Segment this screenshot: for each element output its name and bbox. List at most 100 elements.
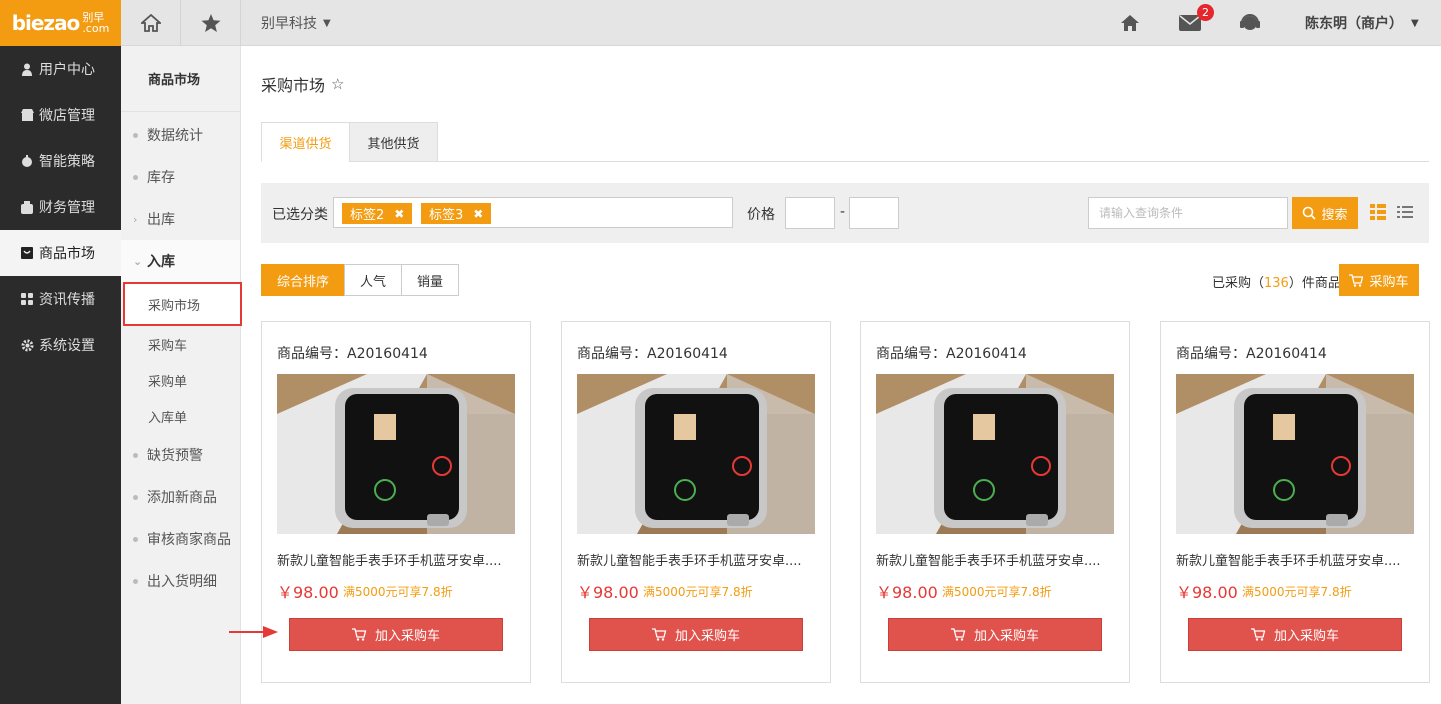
product-image[interactable] bbox=[876, 374, 1114, 534]
cart-icon bbox=[351, 628, 367, 641]
product-code: 商品编号：A20160414 bbox=[876, 346, 1027, 362]
favorites-button[interactable] bbox=[181, 0, 241, 46]
sort-popularity-button[interactable]: 人气 bbox=[344, 264, 403, 296]
subnav-child-purchase-cart[interactable]: 采购车 bbox=[121, 326, 240, 362]
mail-button[interactable]: 2 bbox=[1175, 0, 1214, 46]
subnav-item-add-product[interactable]: 添加新商品 bbox=[121, 476, 240, 518]
category-tag-input[interactable]: 标签2 ✖ 标签3 ✖ bbox=[333, 197, 733, 228]
supply-tabs: 渠道供货 其他供货 bbox=[261, 122, 1429, 162]
price-max-input[interactable] bbox=[849, 197, 899, 229]
bullet-icon bbox=[133, 578, 138, 584]
subnav-item-stock-detail[interactable]: 出入货明细 bbox=[121, 560, 240, 602]
cart-icon bbox=[1349, 273, 1364, 287]
filter-bar: 已选分类 标签2✖ 标签3✖ 价格 - 搜索 bbox=[261, 183, 1429, 243]
company-name: 别早科技 bbox=[261, 16, 317, 32]
product-price: ￥98.00 bbox=[876, 583, 938, 602]
list-view-icon[interactable] bbox=[1397, 204, 1413, 220]
search-input[interactable] bbox=[1088, 197, 1288, 229]
search-button[interactable]: 搜索 bbox=[1292, 197, 1358, 229]
user-name: 陈东明（商户） bbox=[1305, 16, 1403, 32]
sort-default-button[interactable]: 综合排序 bbox=[261, 264, 346, 296]
main-content: 采购市场 ☆ 渠道供货 其他供货 已选分类 标签2✖ 标签3✖ 价格 - 搜索 … bbox=[241, 46, 1441, 704]
product-card[interactable]: 商品编号：A20160414 新款儿童智能手表手环手机蓝牙安卓.... ￥98.… bbox=[561, 321, 831, 683]
product-promo: 满5000元可享7.8折 bbox=[343, 585, 453, 599]
product-card[interactable]: 商品编号：A20160414 新款儿童智能手表手环手机蓝牙安卓.... ￥98.… bbox=[261, 321, 531, 683]
sidebar-item-strategy[interactable]: 智能策略 bbox=[0, 138, 121, 184]
home-shortcut-button[interactable] bbox=[121, 0, 181, 46]
category-tag: 标签2 ✖ bbox=[342, 203, 413, 224]
strategy-icon bbox=[20, 154, 34, 168]
cart-icon bbox=[950, 628, 966, 641]
grid-icon bbox=[20, 292, 34, 306]
purchase-cart-button[interactable]: 采购车 bbox=[1339, 264, 1419, 296]
smartwatch-image-icon bbox=[577, 374, 815, 534]
tab-other-supply[interactable]: 其他供货 bbox=[349, 122, 438, 162]
subnav-item-stock-alert[interactable]: 缺货预警 bbox=[121, 434, 240, 476]
price-min-input[interactable] bbox=[785, 197, 835, 229]
caret-down-icon: ▼ bbox=[323, 17, 331, 29]
purchased-count: 已采购（136）件商品 bbox=[1212, 276, 1341, 291]
subnav-item-inbound[interactable]: ⌄ 入库 bbox=[121, 240, 240, 282]
product-image[interactable] bbox=[577, 374, 815, 534]
sidebar-item-label: 系统设置 bbox=[39, 338, 95, 354]
add-to-cart-button[interactable]: 加入采购车 bbox=[289, 618, 503, 651]
favorite-star-icon[interactable]: ☆ bbox=[331, 75, 344, 93]
product-promo: 满5000元可享7.8折 bbox=[1242, 585, 1352, 599]
wallet-icon bbox=[20, 200, 34, 214]
user-menu[interactable]: 陈东明（商户） ▼ bbox=[1305, 0, 1419, 46]
product-name[interactable]: 新款儿童智能手表手环手机蓝牙安卓.... bbox=[577, 550, 802, 569]
annotation-arrow-icon bbox=[229, 626, 278, 638]
product-promo: 满5000元可享7.8折 bbox=[942, 585, 1052, 599]
grid-view-icon[interactable] bbox=[1370, 204, 1386, 220]
cart-icon bbox=[651, 628, 667, 641]
remove-tag-icon[interactable]: ✖ bbox=[394, 207, 404, 221]
add-to-cart-button[interactable]: 加入采购车 bbox=[589, 618, 803, 651]
add-to-cart-button[interactable]: 加入采购车 bbox=[888, 618, 1102, 651]
sidebar-item-label: 商品市场 bbox=[39, 246, 95, 262]
market-icon bbox=[20, 246, 34, 260]
tab-channel-supply[interactable]: 渠道供货 bbox=[261, 122, 350, 162]
subnav-item-inventory[interactable]: 库存 bbox=[121, 156, 240, 198]
logo[interactable]: biezao 别早 .com bbox=[0, 0, 121, 46]
remove-tag-icon[interactable]: ✖ bbox=[473, 207, 483, 221]
caret-down-icon: ▼ bbox=[1411, 17, 1419, 29]
sidebar-item-settings[interactable]: 系统设置 bbox=[0, 322, 121, 368]
logo-cn: 别早 .com bbox=[82, 11, 110, 35]
add-to-cart-button[interactable]: 加入采购车 bbox=[1188, 618, 1402, 651]
company-dropdown[interactable]: 别早科技 ▼ bbox=[241, 0, 331, 46]
product-image[interactable] bbox=[277, 374, 515, 534]
home-outline-icon bbox=[140, 14, 161, 32]
product-image[interactable] bbox=[1176, 374, 1414, 534]
star-icon bbox=[201, 13, 220, 32]
sort-bar: 综合排序 人气 销量 bbox=[261, 264, 460, 296]
home-button[interactable] bbox=[1115, 0, 1145, 46]
subnav-child-purchase-market[interactable]: 采购市场 bbox=[123, 282, 242, 326]
bullet-icon bbox=[133, 174, 138, 180]
subnav-child-purchase-order[interactable]: 采购单 bbox=[121, 362, 240, 398]
subnav-item-review-products[interactable]: 审核商家商品 bbox=[121, 518, 240, 560]
sidebar-item-news[interactable]: 资讯传播 bbox=[0, 276, 121, 322]
support-button[interactable] bbox=[1236, 0, 1264, 46]
sidebar-item-finance[interactable]: 财务管理 bbox=[0, 184, 121, 230]
subnav-child-inbound-order[interactable]: 入库单 bbox=[121, 398, 240, 434]
chevron-right-icon: › bbox=[133, 212, 138, 226]
sub-navigation: 商品市场 数据统计 库存 › 出库 ⌄ 入库 采购市场 采购车 采购单 入库单 缺货… bbox=[121, 46, 242, 704]
main-sidebar: 用户中心 微店管理 智能策略 财务管理 商品市场 资讯传播 系统设置 bbox=[0, 46, 121, 704]
shop-icon bbox=[20, 108, 34, 122]
cart-icon bbox=[1250, 628, 1266, 641]
sidebar-item-market[interactable]: 商品市场 bbox=[0, 230, 121, 276]
product-name[interactable]: 新款儿童智能手表手环手机蓝牙安卓.... bbox=[876, 550, 1101, 569]
sidebar-item-user-center[interactable]: 用户中心 bbox=[0, 46, 121, 92]
product-code: 商品编号：A20160414 bbox=[577, 346, 728, 362]
subnav-item-outbound[interactable]: › 出库 bbox=[121, 198, 240, 240]
product-card[interactable]: 商品编号：A20160414 新款儿童智能手表手环手机蓝牙安卓.... ￥98.… bbox=[860, 321, 1130, 683]
product-name[interactable]: 新款儿童智能手表手环手机蓝牙安卓.... bbox=[1176, 550, 1401, 569]
product-card[interactable]: 商品编号：A20160414 新款儿童智能手表手环手机蓝牙安卓.... ￥98.… bbox=[1160, 321, 1430, 683]
gear-icon bbox=[20, 338, 34, 352]
bullet-icon bbox=[133, 452, 138, 458]
sidebar-item-label: 微店管理 bbox=[39, 108, 95, 124]
product-name[interactable]: 新款儿童智能手表手环手机蓝牙安卓.... bbox=[277, 550, 502, 569]
subnav-item-stats[interactable]: 数据统计 bbox=[121, 114, 240, 156]
sidebar-item-shop[interactable]: 微店管理 bbox=[0, 92, 121, 138]
sort-sales-button[interactable]: 销量 bbox=[401, 264, 460, 296]
